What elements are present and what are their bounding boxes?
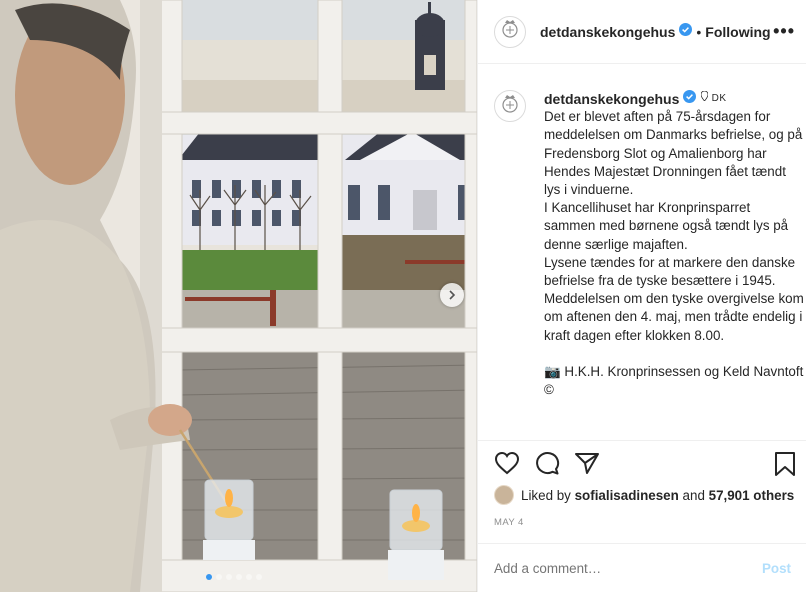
likes-count[interactable]: 57,901 others (709, 488, 795, 503)
following-button[interactable]: Following (705, 24, 770, 40)
royal-crest-icon (499, 93, 521, 120)
caption-avatar[interactable] (494, 90, 526, 122)
save-button[interactable] (773, 451, 797, 482)
verified-badge-icon (679, 22, 693, 41)
post-header: detdanskekongehus • Following ••• (478, 0, 806, 64)
caption-header: detdanskekongehus DK (544, 90, 804, 108)
location-label: DK (700, 90, 727, 108)
post-caption: detdanskekongehus DK Det er blevet aften… (494, 86, 804, 436)
more-dots-icon: ••• (773, 21, 795, 41)
location-pin-icon (700, 90, 711, 104)
post-photo[interactable] (0, 0, 477, 592)
post-comment-button[interactable]: Post (762, 561, 791, 576)
caption-text: Det er blevet aften på 75-årsdagen for m… (544, 109, 804, 398)
header-username[interactable]: detdanskekongehus (540, 24, 675, 40)
chevron-right-icon (447, 290, 457, 300)
liked-by-prefix: Liked by (521, 487, 571, 503)
carousel-dot (206, 574, 212, 580)
post-actions (478, 440, 806, 488)
photo-illustration (0, 0, 477, 592)
carousel-dot (256, 574, 262, 580)
liker-avatar[interactable] (494, 485, 514, 505)
post-details-panel: detdanskekongehus • Following ••• detdan… (477, 0, 806, 592)
header-separator: • (696, 23, 702, 40)
royal-crest-icon (499, 18, 521, 45)
comment-button[interactable] (534, 451, 560, 480)
carousel-next-button[interactable] (440, 283, 464, 307)
heart-icon (494, 451, 520, 479)
likes-summary: Liked by sofialisadinesen and 57,901 oth… (494, 485, 794, 505)
more-options-button[interactable]: ••• (773, 21, 795, 42)
bookmark-icon (773, 452, 797, 481)
post-date[interactable]: MAY 4 (494, 517, 524, 528)
like-button[interactable] (494, 451, 520, 480)
carousel-dot (236, 574, 242, 580)
paper-plane-icon (574, 453, 600, 479)
carousel-dot (226, 574, 232, 580)
share-button[interactable] (574, 451, 600, 480)
comment-input[interactable] (494, 560, 762, 576)
caption-username[interactable]: detdanskekongehus (544, 90, 679, 108)
liked-by-and: and (682, 487, 705, 503)
location-text: DK (711, 93, 727, 104)
account-avatar[interactable] (494, 15, 526, 48)
comment-bar: Post (478, 543, 806, 592)
carousel-indicator (206, 574, 262, 580)
liked-by-user[interactable]: sofialisadinesen (575, 488, 679, 503)
carousel-dot (216, 574, 222, 580)
caption-body: detdanskekongehus DK Det er blevet aften… (544, 90, 804, 399)
carousel-dot (246, 574, 252, 580)
verified-badge-icon (683, 90, 697, 108)
comment-icon (534, 452, 560, 479)
